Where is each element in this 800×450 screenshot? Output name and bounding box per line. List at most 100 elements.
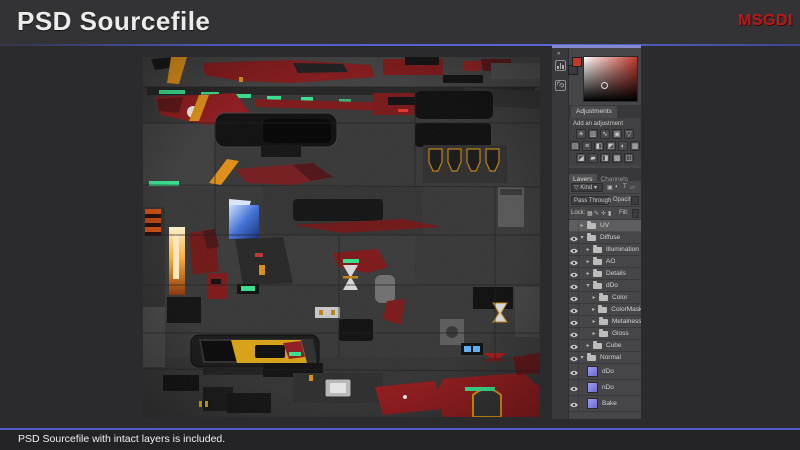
fill-value[interactable] (632, 209, 639, 218)
folder-icon (587, 220, 596, 229)
color-balance-adjustment-icon[interactable]: ≡ (582, 141, 592, 151)
color-field[interactable] (583, 56, 638, 102)
layer-name: Gloss (612, 330, 629, 337)
vibrance-adjustment-icon[interactable]: ▽ (624, 129, 634, 139)
lock-all-icon[interactable]: ▮ (608, 210, 611, 217)
layer-row[interactable]: ▸ Cube (569, 340, 641, 352)
header-accent-line (0, 44, 800, 46)
chain-icon[interactable] (555, 80, 566, 91)
filter-type-layers-icon[interactable]: T (623, 184, 627, 190)
layer-row[interactable]: nDo (569, 380, 641, 396)
layer-thumbnail[interactable] (587, 382, 598, 393)
expand-caret[interactable]: ▾ (579, 234, 585, 241)
filter-kind-dropdown[interactable]: ▽ Kind ▾ (571, 183, 603, 192)
folder-icon (593, 280, 602, 289)
layer-row[interactable]: ▾ Diffuse (569, 232, 641, 244)
blend-mode-dropdown[interactable]: Pass Through (571, 196, 611, 205)
color-panel (568, 48, 641, 105)
filter-pixel-layers-icon[interactable]: ▣ (607, 184, 613, 191)
visibility-toggle[interactable] (569, 396, 579, 411)
histogram-icon[interactable] (555, 60, 566, 71)
layer-row[interactable]: ▸ Color (569, 292, 641, 304)
lock-position-icon[interactable]: ✛ (601, 210, 606, 217)
expand-caret[interactable]: ▸ (591, 294, 597, 301)
tab-adjustments[interactable]: Adjustments (571, 106, 617, 118)
msgdi-logo: MSGDI (738, 12, 793, 29)
exposure-adjustment-icon[interactable]: ▣ (612, 129, 622, 139)
expand-caret[interactable]: ▸ (591, 330, 597, 337)
layer-name: Cube (606, 342, 622, 349)
texture-atlas-image (143, 57, 540, 417)
lock-transparency-icon[interactable]: ▦ (587, 210, 593, 217)
color-field-cursor[interactable] (601, 82, 608, 89)
layer-name: nDo (602, 384, 614, 391)
collapse-panels-icon[interactable]: » (557, 51, 560, 57)
opacity-value[interactable] (631, 196, 639, 205)
black-white-adjustment-icon[interactable]: ◧ (594, 141, 604, 151)
layer-name: dDo (602, 368, 614, 375)
lock-label: Lock: (571, 210, 586, 216)
layer-name: dDo (606, 282, 618, 289)
posterize-adjustment-icon[interactable]: ▰ (588, 153, 598, 163)
visibility-toggle[interactable] (569, 352, 579, 363)
layer-filter-bar: ▽ Kind ▾ ▣ ◐ T ▱ (569, 181, 641, 194)
lock-pixels-icon[interactable]: ✎ (594, 210, 599, 217)
add-adjustment-label: Add an adjustment (573, 121, 624, 127)
gradient-map-adjustment-icon[interactable]: ▩ (612, 153, 622, 163)
filter-funnel-icon: ▽ (574, 185, 579, 191)
layer-thumbnail[interactable] (587, 366, 598, 377)
folder-icon (587, 232, 596, 241)
layer-row[interactable]: ▾ dDo (569, 280, 641, 292)
expand-caret[interactable]: ▸ (585, 246, 591, 253)
expand-caret[interactable]: ▸ (585, 342, 591, 349)
lock-bar: Lock: ▦ ✎ ✛ ▮ Fill: (569, 207, 641, 220)
threshold-adjustment-icon[interactable]: ◨ (600, 153, 610, 163)
collapsed-panel-dock: » (552, 48, 569, 419)
color-lookup-adjustment-icon[interactable]: ▦ (630, 141, 640, 151)
channel-mixer-adjustment-icon[interactable]: ◐ (618, 141, 628, 151)
layer-row[interactable]: ▸ Metalness (569, 316, 641, 328)
brightness-contrast-adjustment-icon[interactable]: ☀ (576, 129, 586, 139)
layer-row[interactable]: Bake (569, 396, 641, 412)
hue-saturation-adjustment-icon[interactable]: ▤ (570, 141, 580, 151)
visibility-toggle[interactable] (569, 364, 579, 379)
layer-row[interactable]: ▸ Details (569, 268, 641, 280)
filter-shape-layers-icon[interactable]: ▱ (630, 184, 635, 191)
expand-caret[interactable]: ▸ (579, 222, 585, 229)
visibility-toggle[interactable] (569, 380, 579, 395)
layer-thumbnail[interactable] (587, 398, 598, 409)
curves-adjustment-icon[interactable]: ∿ (600, 129, 610, 139)
photo-filter-adjustment-icon[interactable]: ◩ (606, 141, 616, 151)
layer-name: Bake (602, 400, 617, 407)
fill-label: Fill: (619, 210, 629, 216)
slide-footer: PSD Sourcefile with intact layers is inc… (0, 430, 800, 450)
adjustments-panel: Add an adjustment ☀ ▥ ∿ ▣ ▽ ▤ ≡ ◧ ◩ ◐ ▦ ◪ ▰ ◨ ▩ ◫ (569, 118, 641, 166)
slide-header: PSD Sourcefile MSGDI (0, 0, 800, 44)
folder-icon (593, 244, 602, 253)
layer-row[interactable]: ▸ AO (569, 256, 641, 268)
panel-stack: Adjustments Add an adjustment ☀ ▥ ∿ ▣ ▽ ▤ ≡ ◧ ◩… (568, 48, 641, 419)
layer-row[interactable]: ▸ ColorMasks (569, 304, 641, 316)
levels-adjustment-icon[interactable]: ▥ (588, 129, 598, 139)
invert-adjustment-icon[interactable]: ◪ (576, 153, 586, 163)
expand-caret[interactable]: ▸ (591, 318, 597, 325)
layer-row[interactable]: ▸ Illumination (569, 244, 641, 256)
layer-list: ▸ UV ▾ Diffuse ▸ Illumination ▸ AO ▸ Details ▾ dDo ▸… (569, 220, 641, 412)
layer-row[interactable]: ▾ Normal (569, 352, 641, 364)
folder-icon (598, 316, 608, 325)
expand-caret[interactable]: ▸ (585, 270, 591, 277)
layer-row[interactable]: ▸ Gloss (569, 328, 641, 340)
expand-caret[interactable]: ▸ (585, 258, 591, 265)
folder-icon (593, 268, 602, 277)
folder-icon (598, 304, 608, 313)
layer-row[interactable]: dDo (569, 364, 641, 380)
layer-name: Illumination (606, 246, 639, 253)
filter-adjustment-layers-icon[interactable]: ◐ (615, 184, 619, 190)
selective-color-adjustment-icon[interactable]: ◫ (624, 153, 634, 163)
adjustments-tabbar: Adjustments (569, 105, 641, 118)
foreground-color-swatch[interactable] (572, 57, 582, 67)
expand-caret[interactable]: ▾ (579, 354, 585, 361)
expand-caret[interactable]: ▾ (585, 282, 591, 289)
layer-row[interactable]: ▸ UV (569, 220, 641, 232)
expand-caret[interactable]: ▸ (591, 306, 596, 313)
